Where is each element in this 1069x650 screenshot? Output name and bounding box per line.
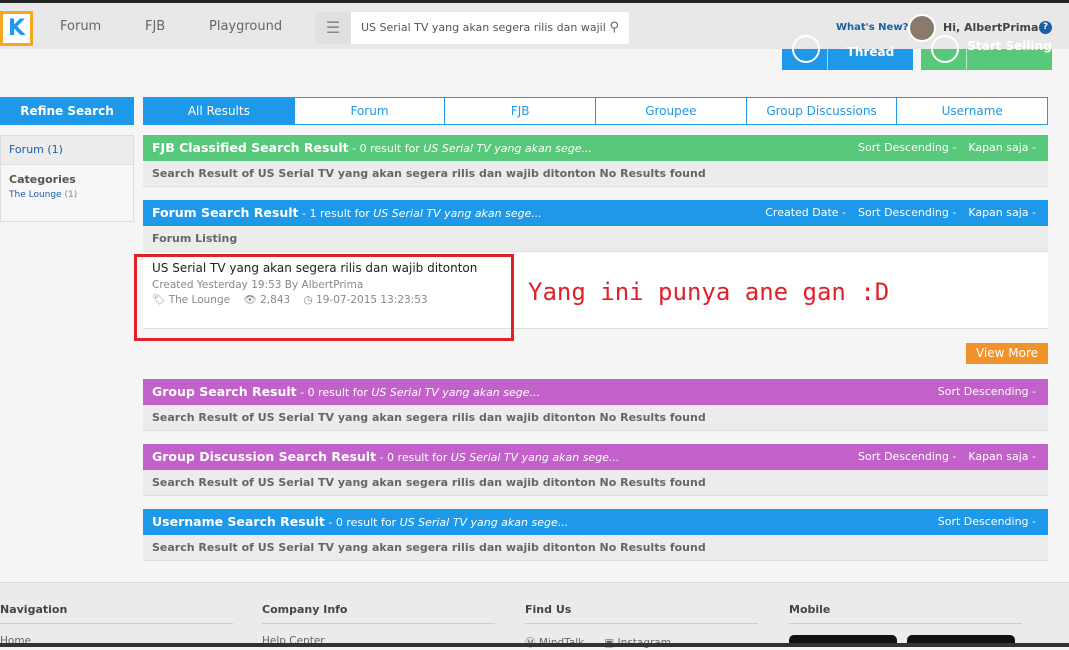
tab-all-results[interactable]: All Results [143,97,295,125]
nav-forum[interactable]: Forum [60,19,101,34]
section-subheader: Forum Listing [143,226,1048,252]
time-dropdown[interactable]: Kapan saja - [968,200,1036,226]
section-header: Forum Search Result - 1 result for US Se… [143,200,1048,226]
forum-section: Forum Search Result - 1 result for US Se… [143,200,1048,252]
create-thread-button[interactable]: Thread [782,35,913,70]
tab-fjb[interactable]: FJB [445,97,597,125]
created-date-dropdown[interactable]: Created Date - [765,200,846,226]
tab-group-discussions[interactable]: Group Discussions [746,97,898,125]
group-section: Group Search Result - 0 result for US Se… [143,379,1048,431]
annotation-text: Yang ini punya ane gan :D [528,278,890,306]
nav-playground[interactable]: Playground [209,19,282,34]
sort-dropdown[interactable]: Sort Descending - [938,509,1036,535]
kaskus-logo[interactable]: K [0,11,33,46]
top-navbar: K Forum FJB Playground ☰ US Serial TV ya… [0,3,1069,49]
fjb-icon [921,35,967,70]
section-subheader: Search Result of US Serial TV yang akan … [143,405,1048,431]
section-header: Group Search Result - 0 result for US Se… [143,379,1048,405]
whats-new-link[interactable]: What's New? [836,22,908,33]
filter-forum[interactable]: Forum (1) [1,136,133,165]
view-more-button[interactable]: View More [966,343,1048,364]
section-subheader: Search Result of US Serial TV yang akan … [143,535,1048,561]
search-input[interactable]: US Serial TV yang akan segera rilis dan … [351,12,629,44]
help-icon[interactable]: ? [1039,21,1052,34]
footer-mobile: Mobile [789,603,1022,624]
sort-dropdown[interactable]: Sort Descending - [938,379,1036,405]
start-selling-button[interactable]: Start Selling [921,35,1052,70]
footer-navigation: Navigation Home [0,603,233,647]
user-greeting[interactable]: Hi, AlbertPrima [943,21,1038,34]
section-subheader: Search Result of US Serial TV yang akan … [143,470,1048,496]
search-icon[interactable]: ⚲ [609,12,619,44]
avatar[interactable] [908,14,936,42]
search-value: US Serial TV yang akan segera rilis dan … [361,21,606,34]
tab-groupee[interactable]: Groupee [596,97,747,125]
highlight-annotation-box [134,254,514,341]
fjb-section: FJB Classified Search Result - 0 result … [143,135,1048,187]
time-dropdown[interactable]: Kapan saja - [968,444,1036,470]
hamburger-menu-icon[interactable]: ☰ [315,12,351,44]
username-section: Username Search Result - 0 result for US… [143,509,1048,561]
section-header: Group Discussion Search Result - 0 resul… [143,444,1048,470]
result-tabs: All Results Forum FJB Groupee Group Disc… [143,97,1049,125]
section-header: Username Search Result - 0 result for US… [143,509,1048,535]
nav-fjb[interactable]: FJB [145,19,165,34]
section-header: FJB Classified Search Result - 0 result … [143,135,1048,161]
sort-dropdown[interactable]: Sort Descending - [858,135,956,161]
tab-username[interactable]: Username [897,97,1049,125]
pencil-icon [782,35,828,70]
refine-search-header: Refine Search [0,97,134,125]
tab-forum[interactable]: Forum [294,97,446,125]
group-discussion-section: Group Discussion Search Result - 0 resul… [143,444,1048,496]
footer-company-info: Company Info Help Center [262,603,495,647]
time-dropdown[interactable]: Kapan saja - [968,135,1036,161]
refine-sidebar: Forum (1) Categories The Lounge (1) [0,135,134,222]
category-the-lounge[interactable]: The Lounge (1) [1,186,133,200]
section-subheader: Search Result of US Serial TV yang akan … [143,161,1048,187]
sort-dropdown[interactable]: Sort Descending - [858,444,956,470]
categories-label: Categories [9,173,76,186]
sort-dropdown[interactable]: Sort Descending - [858,200,956,226]
window-bottom-strip [0,643,1069,647]
